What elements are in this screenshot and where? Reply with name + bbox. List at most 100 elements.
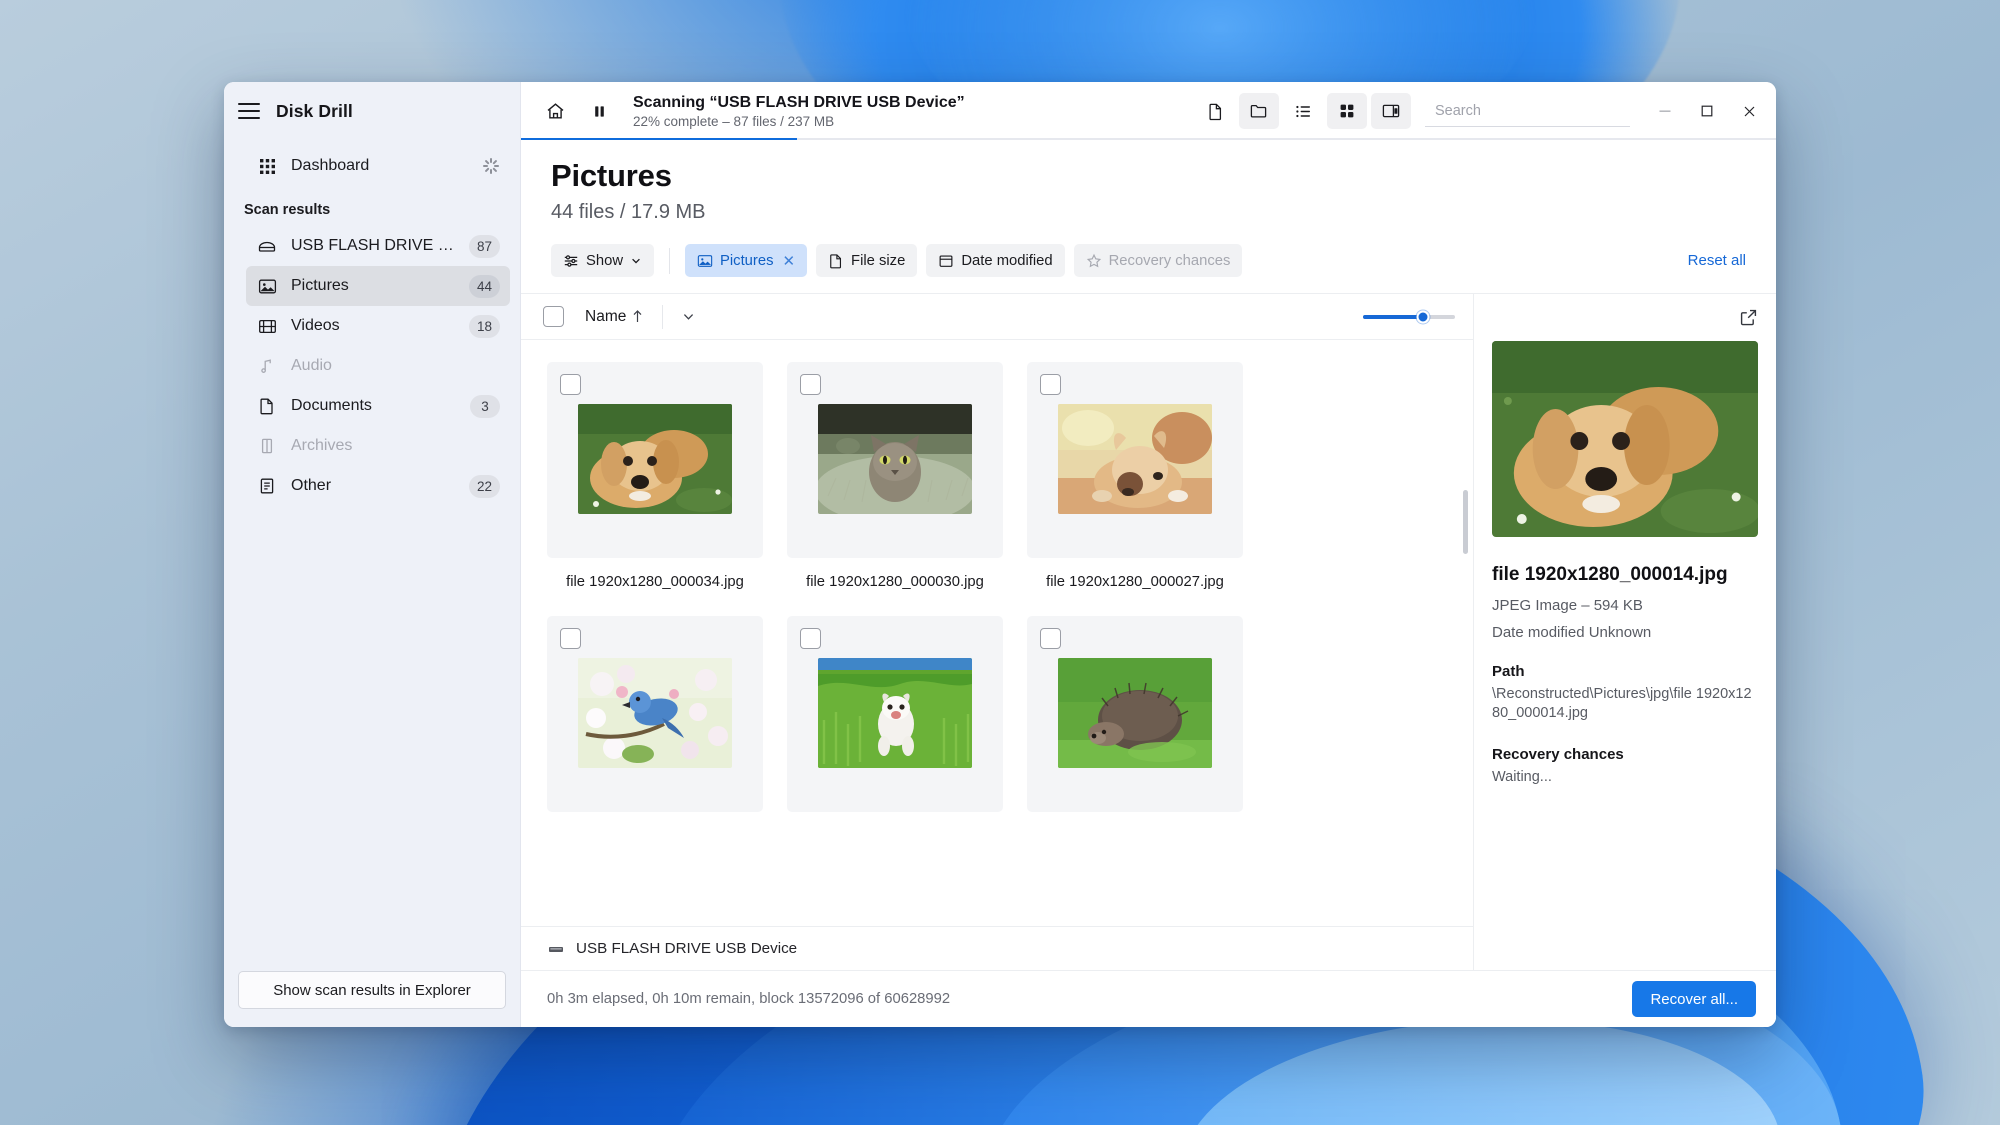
close-button[interactable]	[1728, 91, 1770, 131]
sidebar-item-label-other: Other	[291, 477, 332, 494]
sidebar-item-archives[interactable]: Archives	[246, 426, 510, 466]
drive-icon	[256, 235, 278, 257]
file-tile-name: file 1920x1280_000034.jpg	[566, 574, 744, 590]
file-tile-card[interactable]	[547, 362, 763, 558]
detail-panel: file 1920x1280_000014.jpg JPEG Image – 5…	[1473, 294, 1776, 970]
grid-view-icon[interactable]	[1327, 93, 1367, 129]
sidebar-item-videos[interactable]: Videos 18	[246, 306, 510, 346]
header-divider	[662, 304, 664, 329]
detail-panel-header	[1492, 308, 1758, 327]
list-view-icon[interactable]	[1283, 93, 1323, 129]
archive-icon	[256, 435, 278, 457]
film-icon	[256, 315, 278, 337]
sidebar-item-other[interactable]: Other 22	[246, 466, 510, 506]
content-split: Name file 1920x1280_000034.jpg file 1920…	[521, 293, 1776, 970]
column-header-name[interactable]: Name	[585, 308, 626, 326]
sidebar-item-audio[interactable]: Audio	[246, 346, 510, 386]
document-icon	[256, 395, 278, 417]
chevron-down-icon	[632, 258, 640, 264]
filter-chip-date-modified[interactable]: Date modified	[926, 244, 1065, 277]
list-header: Name	[521, 294, 1473, 340]
filter-chip-label-file-size: File size	[851, 252, 906, 269]
filter-divider	[669, 247, 671, 274]
file-tile-card[interactable]	[1027, 616, 1243, 812]
pause-icon[interactable]	[579, 93, 619, 129]
show-scan-results-in-explorer-button[interactable]: Show scan results in Explorer	[238, 971, 506, 1009]
sidebar-item-dashboard[interactable]: Dashboard	[246, 146, 510, 186]
filter-chip-file-size[interactable]: File size	[816, 244, 918, 277]
remove-filter-pictures-icon[interactable]: ✕	[782, 252, 795, 270]
thumbnail-tabby-cat	[818, 404, 972, 514]
disk-drill-window: Disk Drill Dashboard Scan results USB FL…	[224, 82, 1776, 1027]
file-tile-card[interactable]	[547, 616, 763, 812]
file-tile[interactable]: file 1920x1280_000030.jpg	[787, 362, 1003, 590]
chevron-down-icon[interactable]	[677, 309, 699, 324]
file-grid-scroll[interactable]: file 1920x1280_000034.jpg file 1920x1280…	[521, 340, 1473, 926]
search-box[interactable]	[1425, 95, 1630, 127]
show-filter-button[interactable]: Show	[551, 244, 655, 277]
file-tile-card[interactable]	[787, 362, 1003, 558]
sidebar-header: Disk Drill	[224, 82, 520, 140]
recover-all-button[interactable]: Recover all...	[1632, 981, 1756, 1017]
slider-fill	[1363, 314, 1423, 319]
sidebar-section-scan-results: Scan results	[244, 202, 331, 218]
file-tile-card[interactable]	[1027, 362, 1243, 558]
star-icon	[1086, 253, 1101, 267]
file-view-icon[interactable]	[1195, 93, 1235, 129]
hamburger-menu-icon[interactable]	[238, 103, 260, 119]
folder-view-icon[interactable]	[1239, 93, 1279, 129]
filter-chip-label-date-modified: Date modified	[961, 252, 1053, 269]
sidebar-badge-other: 22	[468, 474, 500, 498]
drive-strip-label: USB FLASH DRIVE USB Device	[576, 940, 798, 957]
sidebar-item-label-pictures: Pictures	[291, 277, 349, 294]
thumbnail-hedgehog	[1058, 658, 1212, 768]
sidebar-item-label-dashboard: Dashboard	[291, 157, 370, 174]
sidebar-item-label-videos: Videos	[291, 317, 340, 334]
filter-chip-pictures[interactable]: Pictures ✕	[685, 244, 808, 277]
file-checkbox[interactable]	[1040, 374, 1061, 395]
file-checkbox[interactable]	[800, 628, 821, 649]
file-tile[interactable]: file 1920x1280_000027.jpg	[1027, 362, 1243, 590]
detail-recovery-heading: Recovery chances	[1492, 745, 1624, 763]
file-tile-name: file 1920x1280_000030.jpg	[806, 574, 984, 590]
file-checkbox[interactable]	[1040, 628, 1061, 649]
file-checkbox[interactable]	[560, 374, 581, 395]
detail-file-name: file 1920x1280_000014.jpg	[1492, 564, 1728, 585]
home-icon[interactable]	[535, 93, 575, 129]
file-tile[interactable]	[547, 616, 763, 828]
arrow-up-icon[interactable]	[626, 309, 648, 324]
open-external-icon[interactable]	[1739, 308, 1758, 327]
search-input[interactable]	[1435, 102, 1622, 119]
sidebar-item-pictures[interactable]: Pictures 44	[246, 266, 510, 306]
preview-panel-icon[interactable]	[1371, 93, 1411, 129]
sidebar-item-label-documents: Documents	[291, 397, 372, 414]
thumbnail-white-dog-running	[818, 658, 972, 768]
thumbnail-size-slider[interactable]	[1363, 310, 1455, 323]
slider-thumb[interactable]	[1416, 310, 1430, 323]
sidebar-item-usb-flash-drive[interactable]: USB FLASH DRIVE USB D... 87	[246, 226, 510, 266]
thumbnail-french-bulldog	[1058, 404, 1212, 514]
file-checkbox[interactable]	[560, 628, 581, 649]
drive-strip: USB FLASH DRIVE USB Device	[521, 926, 1473, 970]
file-tile-card[interactable]	[787, 616, 1003, 812]
maximize-button[interactable]	[1686, 91, 1728, 131]
detail-path-heading: Path	[1492, 662, 1525, 680]
sidebar-item-documents[interactable]: Documents 3	[246, 386, 510, 426]
file-tile[interactable]	[787, 616, 1003, 828]
sidebar: Disk Drill Dashboard Scan results USB FL…	[224, 82, 521, 1027]
reset-all-link[interactable]: Reset all	[1688, 252, 1746, 269]
file-tile-name: file 1920x1280_000027.jpg	[1046, 574, 1224, 590]
select-all-checkbox[interactable]	[543, 306, 564, 327]
thumbnail-size-slider-wrap	[1363, 310, 1455, 323]
sidebar-item-label-archives: Archives	[291, 437, 353, 454]
file-tile[interactable]: file 1920x1280_000034.jpg	[547, 362, 763, 590]
file-checkbox[interactable]	[800, 374, 821, 395]
file-tile[interactable]	[1027, 616, 1243, 828]
filter-chip-recovery-chances[interactable]: Recovery chances	[1073, 244, 1243, 277]
page-title: Pictures	[551, 158, 672, 193]
detail-date-modified: Date modified Unknown	[1492, 623, 1652, 641]
vertical-scrollbar[interactable]	[1463, 490, 1468, 554]
file-list-icon	[256, 475, 278, 497]
file-tiles: file 1920x1280_000034.jpg file 1920x1280…	[547, 362, 1447, 828]
minimize-button[interactable]	[1644, 91, 1686, 131]
